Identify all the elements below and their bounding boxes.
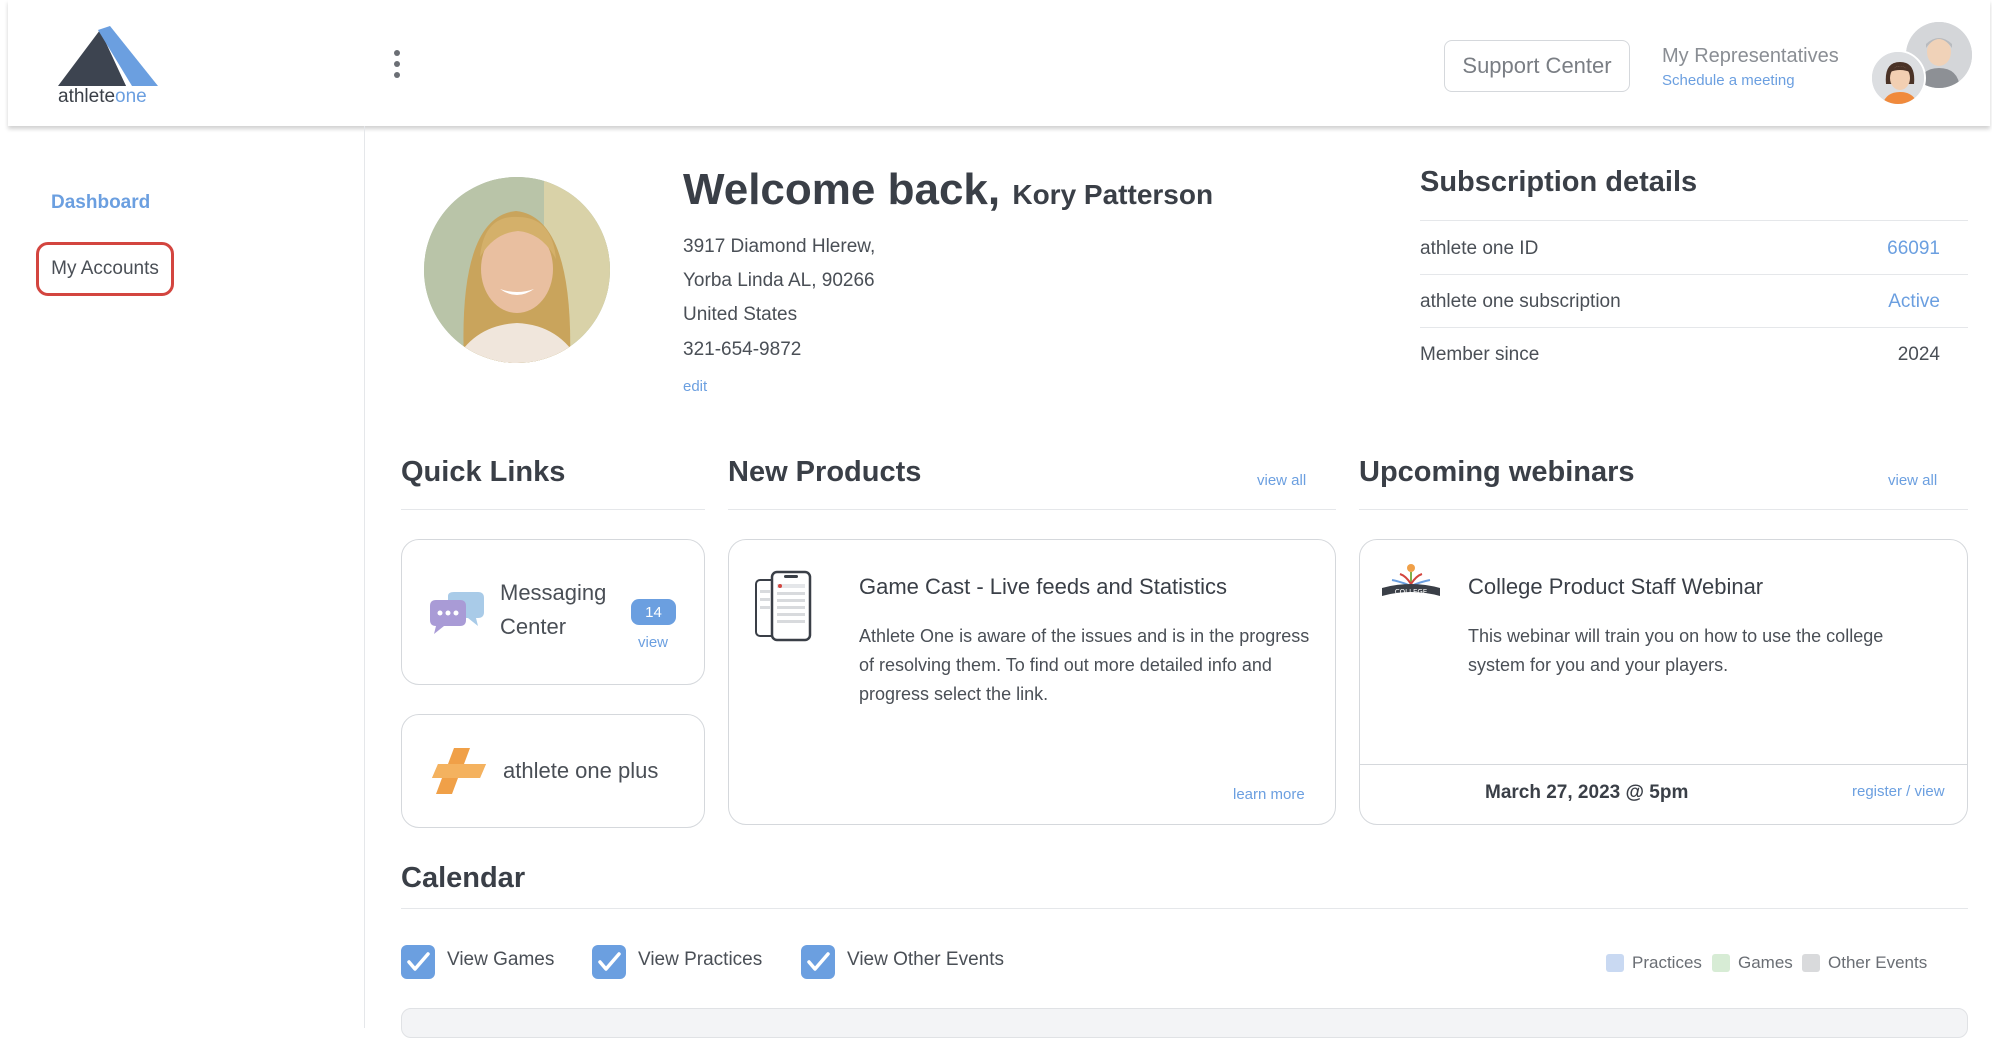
sidebar: Dashboard My Accounts [8, 126, 365, 1028]
subscription-value-status[interactable]: Active [1888, 291, 1940, 313]
webinars-view-all-link[interactable]: view all [1888, 472, 1937, 489]
new-products-view-all-link[interactable]: view all [1257, 472, 1306, 489]
legend-label-games: Games [1738, 953, 1793, 972]
athleteone-logo[interactable]: athleteone [58, 26, 168, 110]
divider [728, 509, 1336, 510]
user-name: Kory Patterson [1012, 179, 1214, 210]
support-center-button[interactable]: Support Center [1444, 40, 1630, 92]
divider [1359, 509, 1968, 510]
subscription-value-id[interactable]: 66091 [1887, 238, 1940, 260]
webinar-date: March 27, 2023 @ 5pm [1485, 782, 1689, 803]
messaging-view-link[interactable]: view [638, 634, 668, 651]
chat-bubbles-icon [430, 592, 484, 639]
subscription-title: Subscription details [1420, 166, 1698, 198]
view-games-label[interactable]: View Games [447, 949, 554, 971]
new-products-title: New Products [728, 456, 922, 488]
checkmark-icon [598, 952, 621, 971]
welcome-heading: Welcome back, Kory Patterson [683, 165, 1214, 214]
sidebar-item-my-accounts[interactable]: My Accounts [36, 242, 174, 296]
calendar-title: Calendar [401, 862, 526, 894]
athlete-one-plus-label: athlete one plus [503, 758, 659, 783]
messaging-center-label-line2: Center [500, 614, 567, 639]
address-country: United States [683, 304, 798, 325]
messaging-center-label-line1: Messaging [500, 580, 607, 605]
mobile-devices-icon [754, 570, 814, 647]
legend-swatch-other-events [1802, 954, 1820, 972]
webinars-title: Upcoming webinars [1359, 456, 1635, 488]
divider [1360, 764, 1968, 765]
subscription-label-member-since: Member since [1420, 344, 1540, 365]
profile-photo [424, 177, 610, 363]
sidebar-item-dashboard[interactable]: Dashboard [51, 192, 150, 214]
edit-profile-link[interactable]: edit [683, 378, 707, 395]
divider [1420, 274, 1968, 275]
register-view-link[interactable]: register / view [1852, 783, 1945, 800]
legend-swatch-practices [1606, 954, 1624, 972]
unread-count-badge: 14 [631, 599, 676, 625]
learn-more-link[interactable]: learn more [1233, 786, 1305, 803]
divider [1420, 220, 1968, 221]
plus-icon [432, 748, 486, 799]
new-product-description: Athlete One is aware of the issues and i… [859, 626, 1310, 704]
more-options-icon[interactable] [393, 50, 401, 84]
view-practices-checkbox[interactable] [592, 945, 626, 979]
legend-label-practices: Practices [1632, 953, 1702, 972]
calendar-toolbar [401, 1008, 1968, 1038]
legend-swatch-games [1712, 954, 1730, 972]
webinar-title: College Product Staff Webinar [1468, 574, 1764, 599]
college-logo: COLLEGE [1378, 562, 1444, 613]
divider [401, 509, 705, 510]
divider [401, 908, 1968, 909]
address-line-2: Yorba Linda AL, 90266 [683, 270, 875, 291]
subscription-label-status: athlete one subscription [1420, 291, 1621, 312]
subscription-value-member-since: 2024 [1897, 344, 1940, 365]
checkmark-icon [807, 952, 830, 971]
logo-text: athleteone [58, 86, 147, 107]
subscription-label-id: athlete one ID [1420, 238, 1539, 259]
representative-avatar-female[interactable] [1870, 50, 1926, 106]
view-practices-label[interactable]: View Practices [638, 949, 762, 971]
new-product-title: Game Cast - Live feeds and Statistics [859, 574, 1228, 599]
view-games-checkbox[interactable] [401, 945, 435, 979]
schedule-meeting-link[interactable]: Schedule a meeting [1662, 72, 1795, 89]
legend-label-other-events: Other Events [1828, 953, 1928, 972]
representatives-title: My Representatives [1662, 45, 1839, 67]
webinar-description: This webinar will train you on how to us… [1468, 626, 1884, 675]
phone-number: 321-654-9872 [683, 339, 802, 360]
view-other-events-checkbox[interactable] [801, 945, 835, 979]
svg-text:COLLEGE: COLLEGE [1395, 588, 1427, 596]
checkmark-icon [407, 952, 430, 971]
logo-mark-icon [58, 26, 158, 86]
quick-links-title: Quick Links [401, 456, 566, 488]
divider [1420, 327, 1968, 328]
view-other-events-label[interactable]: View Other Events [847, 949, 1004, 971]
address-line-1: 3917 Diamond Hlerew, [683, 236, 876, 257]
top-header: athleteone Support Center My Representat… [8, 0, 1990, 126]
